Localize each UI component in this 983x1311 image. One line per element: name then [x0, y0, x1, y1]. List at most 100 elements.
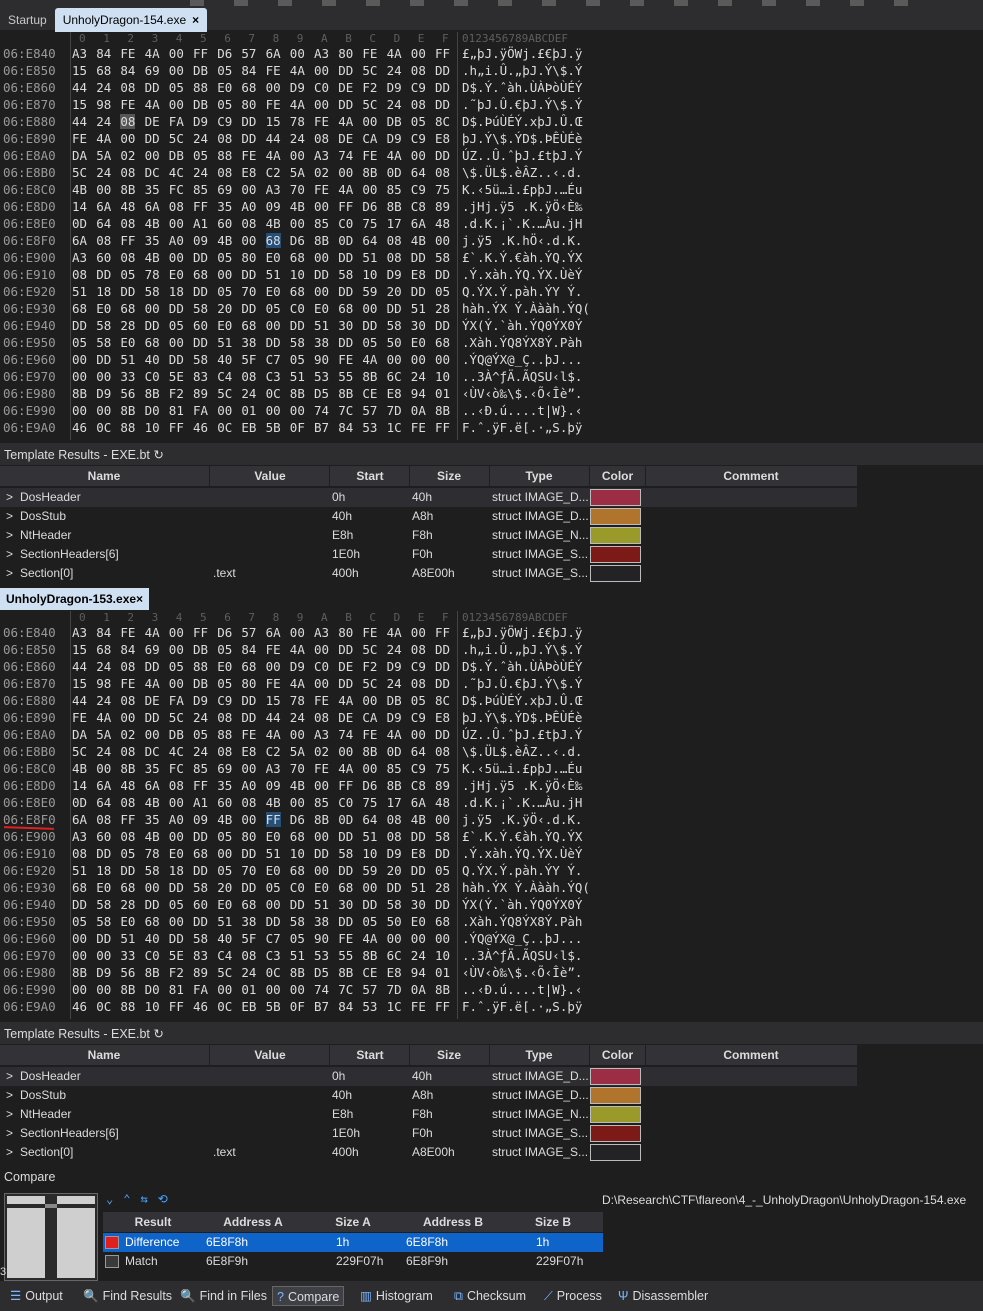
hex-byte[interactable]: 88 — [217, 148, 232, 163]
hex-byte[interactable]: 68 — [435, 914, 450, 929]
hex-byte[interactable]: 58 — [193, 301, 208, 316]
next-difference-icon[interactable]: ⌄ — [106, 1192, 113, 1208]
hex-byte[interactable]: 4A — [145, 625, 160, 640]
hex-byte[interactable]: 74 — [314, 403, 329, 418]
hex-byte[interactable]: 4B — [145, 216, 160, 231]
hex-byte[interactable]: A3 — [72, 250, 87, 265]
hex-byte[interactable]: 78 — [290, 114, 305, 129]
hex-byte[interactable]: 09 — [266, 778, 281, 793]
hex-byte[interactable]: DD — [435, 659, 450, 674]
hex-byte[interactable]: 68 — [241, 318, 256, 333]
hex-byte[interactable]: 08 — [217, 131, 232, 146]
hex-byte[interactable]: 53 — [314, 369, 329, 384]
hex-byte[interactable]: 60 — [193, 897, 208, 912]
hex-byte[interactable]: D9 — [387, 659, 402, 674]
hex-byte[interactable]: 05 — [217, 284, 232, 299]
hex-byte[interactable]: 70 — [290, 182, 305, 197]
hex-byte[interactable]: 05 — [217, 676, 232, 691]
hex-byte[interactable]: 08 — [411, 63, 426, 78]
hex-byte[interactable]: 00 — [72, 403, 87, 418]
hex-byte[interactable]: E0 — [314, 301, 329, 316]
expand-chevron-icon[interactable]: > — [6, 566, 13, 580]
expand-chevron-icon[interactable]: > — [6, 1126, 13, 1140]
hex-byte[interactable]: 24 — [96, 80, 111, 95]
hex-byte[interactable]: 6C — [387, 369, 402, 384]
hex-ascii[interactable]: F.ˆ.ÿF.ë[.·„S.þÿ — [462, 420, 582, 435]
hex-byte[interactable]: DD — [241, 880, 256, 895]
hex-byte[interactable]: 00 — [314, 863, 329, 878]
hex-ascii[interactable]: ÚZ..Û.ˆþJ.£tþJ.Ý — [462, 148, 582, 163]
hex-byte[interactable]: A1 — [193, 795, 208, 810]
bottom-tab-process[interactable]: ⟋ Process — [540, 1286, 606, 1306]
color-swatch[interactable] — [590, 508, 641, 525]
hex-byte[interactable]: FF — [338, 199, 353, 214]
hex-byte[interactable]: DE — [145, 693, 160, 708]
hex-byte[interactable]: 5C — [169, 131, 184, 146]
hex-byte[interactable]: 00 — [314, 778, 329, 793]
hex-ascii[interactable]: ..3À^ƒÄ.ÃQSU‹l$. — [462, 369, 582, 384]
hex-byte[interactable]: 00 — [217, 846, 232, 861]
hex-byte[interactable]: 20 — [387, 284, 402, 299]
hex-byte[interactable]: 57 — [362, 982, 377, 997]
hex-row[interactable]: 06:E860 44 24 08 DD 05 88 E0 68 00 D9 C0 DE F2 D9 C9 DD D… — [0, 659, 600, 676]
hex-byte[interactable]: 58 — [387, 897, 402, 912]
hex-byte[interactable]: 08 — [387, 250, 402, 265]
hex-byte[interactable]: FE — [266, 63, 281, 78]
hex-byte[interactable]: DD — [266, 914, 281, 929]
hex-byte[interactable]: 8B — [120, 403, 135, 418]
hex-byte[interactable]: FE — [241, 148, 256, 163]
hex-byte[interactable]: 24 — [193, 165, 208, 180]
hex-byte[interactable]: FE — [362, 148, 377, 163]
hex-byte[interactable]: 84 — [120, 642, 135, 657]
hex-byte[interactable]: 15 — [72, 63, 87, 78]
col-size-a[interactable]: Size A — [303, 1215, 403, 1229]
hex-byte[interactable]: 80 — [338, 625, 353, 640]
tab-file-153[interactable]: UnholyDragon-153.exe× — [0, 588, 150, 610]
hex-byte[interactable]: C8 — [411, 199, 426, 214]
hex-byte[interactable]: 00 — [120, 710, 135, 725]
hex-byte[interactable]: FE — [338, 931, 353, 946]
hex-byte[interactable]: 10 — [362, 846, 377, 861]
hex-byte[interactable]: 08 — [120, 659, 135, 674]
hex-byte[interactable]: 08 — [96, 812, 111, 827]
hex-byte[interactable]: 00 — [266, 982, 281, 997]
hex-byte[interactable]: 24 — [411, 948, 426, 963]
hex-byte[interactable]: 05 — [169, 659, 184, 674]
hex-byte[interactable]: 4B — [145, 250, 160, 265]
hex-byte[interactable]: 00 — [362, 301, 377, 316]
hex-byte[interactable]: 4A — [290, 642, 305, 657]
hex-byte[interactable]: 05 — [169, 897, 184, 912]
hex-byte[interactable]: 08 — [120, 744, 135, 759]
hex-byte[interactable]: 08 — [411, 676, 426, 691]
hex-byte[interactable]: 78 — [290, 693, 305, 708]
hex-byte[interactable]: DB — [169, 727, 184, 742]
hex-byte[interactable]: 17 — [387, 795, 402, 810]
hex-byte[interactable]: 00 — [266, 659, 281, 674]
hex-row[interactable]: 06:E990 00 00 8B D0 81 FA 00 01 00 00 74 7C 57 7D 0A 8B.… — [0, 403, 600, 420]
hex-byte[interactable]: F2 — [169, 386, 184, 401]
hex-byte[interactable]: FA — [169, 693, 184, 708]
hex-byte[interactable]: 51 — [411, 301, 426, 316]
hex-byte[interactable]: 18 — [169, 863, 184, 878]
hex-byte[interactable]: 00 — [290, 795, 305, 810]
hex-byte[interactable]: 00 — [241, 233, 256, 248]
hex-byte[interactable]: 00 — [145, 301, 160, 316]
hex-byte[interactable]: 00 — [145, 148, 160, 163]
hex-row[interactable]: 06:E8E0 0D 64 08 4B 00 A1 60 08 4B 00 85 C0 75 17 6A 48.… — [0, 216, 600, 233]
hex-ascii[interactable]: D$.ÞúÙÉÝ.xþJ.Û.Œ — [462, 693, 582, 708]
hex-byte[interactable]: 00 — [169, 914, 184, 929]
hex-byte[interactable]: 8B — [290, 386, 305, 401]
hex-byte[interactable]: 24 — [387, 63, 402, 78]
hex-byte[interactable]: 00 — [96, 182, 111, 197]
hex-byte[interactable]: DD — [169, 301, 184, 316]
hex-byte[interactable]: FF — [169, 420, 184, 435]
hex-ascii[interactable]: K.‹5ü…i.£pþJ.…Éu — [462, 761, 582, 776]
hex-byte[interactable]: 24 — [96, 693, 111, 708]
hex-byte[interactable]: 60 — [217, 795, 232, 810]
hex-byte[interactable]: A0 — [169, 233, 184, 248]
hex-byte[interactable]: 00 — [435, 352, 450, 367]
hex-byte[interactable]: D9 — [387, 710, 402, 725]
hex-ascii[interactable]: £`.K.Ý.€àh.ÝQ.ÝX — [462, 829, 582, 844]
toolbar-icon[interactable] — [542, 0, 556, 6]
hex-byte[interactable]: A0 — [169, 812, 184, 827]
